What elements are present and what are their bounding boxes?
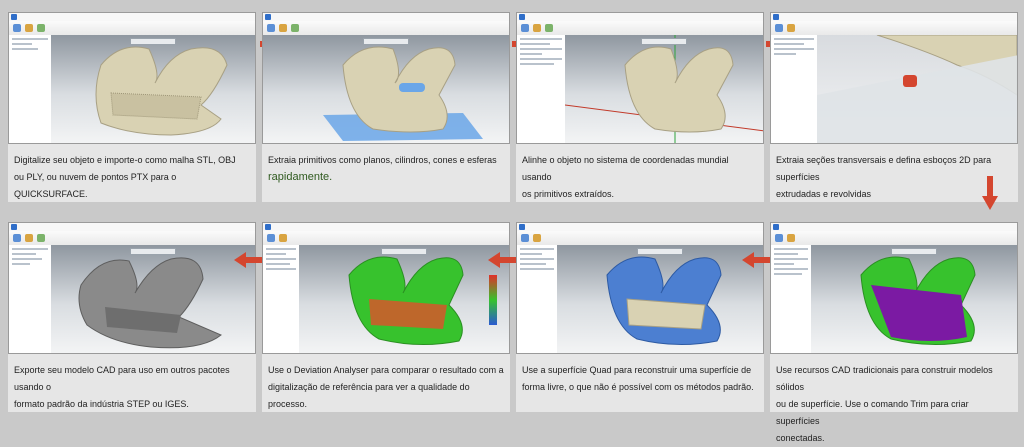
cad-solid-model bbox=[78, 257, 222, 349]
scanned-mesh-model bbox=[95, 46, 228, 136]
3d-viewport bbox=[299, 245, 509, 353]
feature-tree bbox=[771, 245, 812, 353]
alignment-dialog bbox=[517, 35, 566, 143]
step-panel-1: Digitalize seu objeto e importe-o como m… bbox=[8, 12, 256, 202]
3d-viewport bbox=[557, 245, 763, 353]
caption-line: os primitivos extraídos. bbox=[522, 189, 615, 199]
3d-viewport bbox=[51, 35, 255, 143]
caption-line: extrudadas e revolvidas bbox=[776, 189, 872, 199]
viewport-title bbox=[641, 38, 687, 45]
screenshot-export-cad bbox=[8, 222, 256, 354]
quad-mesh-model bbox=[606, 256, 722, 346]
step-panel-3: Alinhe o objeto no sistema de coordenada… bbox=[516, 12, 764, 202]
quicksurface-logo-icon bbox=[773, 224, 779, 230]
ribbon-toolbar bbox=[9, 21, 255, 36]
quicksurface-logo-icon bbox=[773, 14, 779, 20]
ribbon-toolbar bbox=[263, 231, 509, 246]
red-arrow-icon bbox=[742, 252, 770, 268]
caption-line: Use recursos CAD tradicionais para const… bbox=[776, 365, 993, 392]
caption-line: Digitalize seu objeto e importe-o como m… bbox=[14, 155, 236, 165]
screenshot-cad-trim bbox=[770, 222, 1018, 354]
step-panel-7: Use o Deviation Analyser para comparar o… bbox=[262, 222, 510, 412]
section-panel bbox=[771, 35, 818, 143]
3d-viewport bbox=[565, 35, 763, 143]
viewport-title bbox=[130, 38, 176, 45]
caption-line: conectadas. bbox=[776, 433, 825, 443]
quicksurface-logo-icon bbox=[11, 14, 17, 20]
ribbon-toolbar bbox=[263, 21, 509, 36]
quicksurface-logo-icon bbox=[11, 224, 17, 230]
screenshot-cross-sections bbox=[770, 12, 1018, 144]
3d-viewport bbox=[51, 245, 255, 353]
red-arrow-icon bbox=[982, 176, 998, 210]
step-caption: Use o Deviation Analyser para comparar o… bbox=[268, 362, 506, 413]
ribbon-toolbar bbox=[9, 231, 255, 246]
caption-line: forma livre, o que não é possível com os… bbox=[522, 382, 754, 392]
screenshot-align-object bbox=[516, 12, 764, 144]
ribbon-toolbar bbox=[771, 231, 1017, 246]
caption-line: ou PLY, ou nuvem de pontos PTX para o QU… bbox=[14, 172, 177, 199]
screenshot-import-mesh bbox=[8, 12, 256, 144]
viewport-title bbox=[130, 248, 176, 255]
trimmed-surface-model bbox=[860, 256, 976, 346]
feature-tree bbox=[9, 245, 52, 353]
viewport-title bbox=[363, 38, 409, 45]
step-caption: Use a superfície Quad para reconstruir u… bbox=[522, 362, 760, 396]
section-plane-model bbox=[817, 35, 1017, 143]
step-caption: Extraia primitivos como planos, cilindro… bbox=[268, 152, 506, 186]
screenshot-extract-primitives bbox=[262, 12, 510, 144]
caption-emphasis: rapidamente. bbox=[268, 171, 333, 183]
ribbon-toolbar bbox=[771, 21, 1017, 36]
caption-line: digitalização de referência para ver a q… bbox=[268, 382, 470, 409]
mesh-with-primitives bbox=[323, 46, 483, 141]
viewport-title bbox=[381, 248, 427, 255]
quicksurface-logo-icon bbox=[265, 224, 271, 230]
step-caption: Alinhe o objeto no sistema de coordenada… bbox=[522, 152, 760, 203]
3d-viewport bbox=[263, 35, 509, 143]
viewport-title bbox=[891, 248, 937, 255]
red-arrow-icon bbox=[488, 252, 516, 268]
step-caption: Extraia seções transversais e defina esb… bbox=[776, 152, 1014, 203]
step-panel-4: Extraia seções transversais e defina esb… bbox=[770, 12, 1018, 202]
viewport-title bbox=[637, 248, 683, 255]
3d-viewport bbox=[811, 245, 1017, 353]
quicksurface-logo-icon bbox=[519, 224, 525, 230]
red-arrow-icon bbox=[234, 252, 262, 268]
feature-tree bbox=[9, 35, 52, 143]
quicksurface-logo-icon bbox=[519, 14, 525, 20]
quicksurface-logo-icon bbox=[265, 14, 271, 20]
step-panel-2: Extraia primitivos como planos, cilindro… bbox=[262, 12, 510, 202]
deviation-colormap-model bbox=[348, 256, 497, 346]
3d-viewport bbox=[817, 35, 1017, 143]
caption-line: Use a superfície Quad para reconstruir u… bbox=[522, 365, 752, 375]
step-caption: Digitalize seu objeto e importe-o como m… bbox=[14, 152, 252, 203]
feature-tree bbox=[263, 245, 300, 353]
caption-line: Use o Deviation Analyser para comparar o… bbox=[268, 365, 504, 375]
caption-line: Extraia seções transversais e defina esb… bbox=[776, 155, 992, 182]
step-panel-6: Use a superfície Quad para reconstruir u… bbox=[516, 222, 764, 412]
caption-line: ou de superfície. Use o comando Trim par… bbox=[776, 399, 969, 426]
aligned-mesh-model bbox=[565, 35, 763, 143]
ribbon-toolbar bbox=[517, 231, 763, 246]
step-caption: Exporte seu modelo CAD para uso em outro… bbox=[14, 362, 252, 413]
caption-line: formato padrão da indústria STEP ou IGES… bbox=[14, 399, 189, 409]
step-panel-8: Exporte seu modelo CAD para uso em outro… bbox=[8, 222, 256, 412]
step-panel-5: Use recursos CAD tradicionais para const… bbox=[770, 222, 1018, 443]
caption-line: Alinhe o objeto no sistema de coordenada… bbox=[522, 155, 729, 182]
screenshot-deviation-analyser bbox=[262, 222, 510, 354]
ribbon-toolbar bbox=[517, 21, 763, 36]
caption-line: Extraia primitivos como planos, cilindro… bbox=[268, 155, 497, 165]
feature-tree bbox=[517, 245, 558, 353]
caption-line: Exporte seu modelo CAD para uso em outro… bbox=[14, 365, 230, 392]
screenshot-quad-surface bbox=[516, 222, 764, 354]
step-caption: Use recursos CAD tradicionais para const… bbox=[776, 362, 1014, 447]
